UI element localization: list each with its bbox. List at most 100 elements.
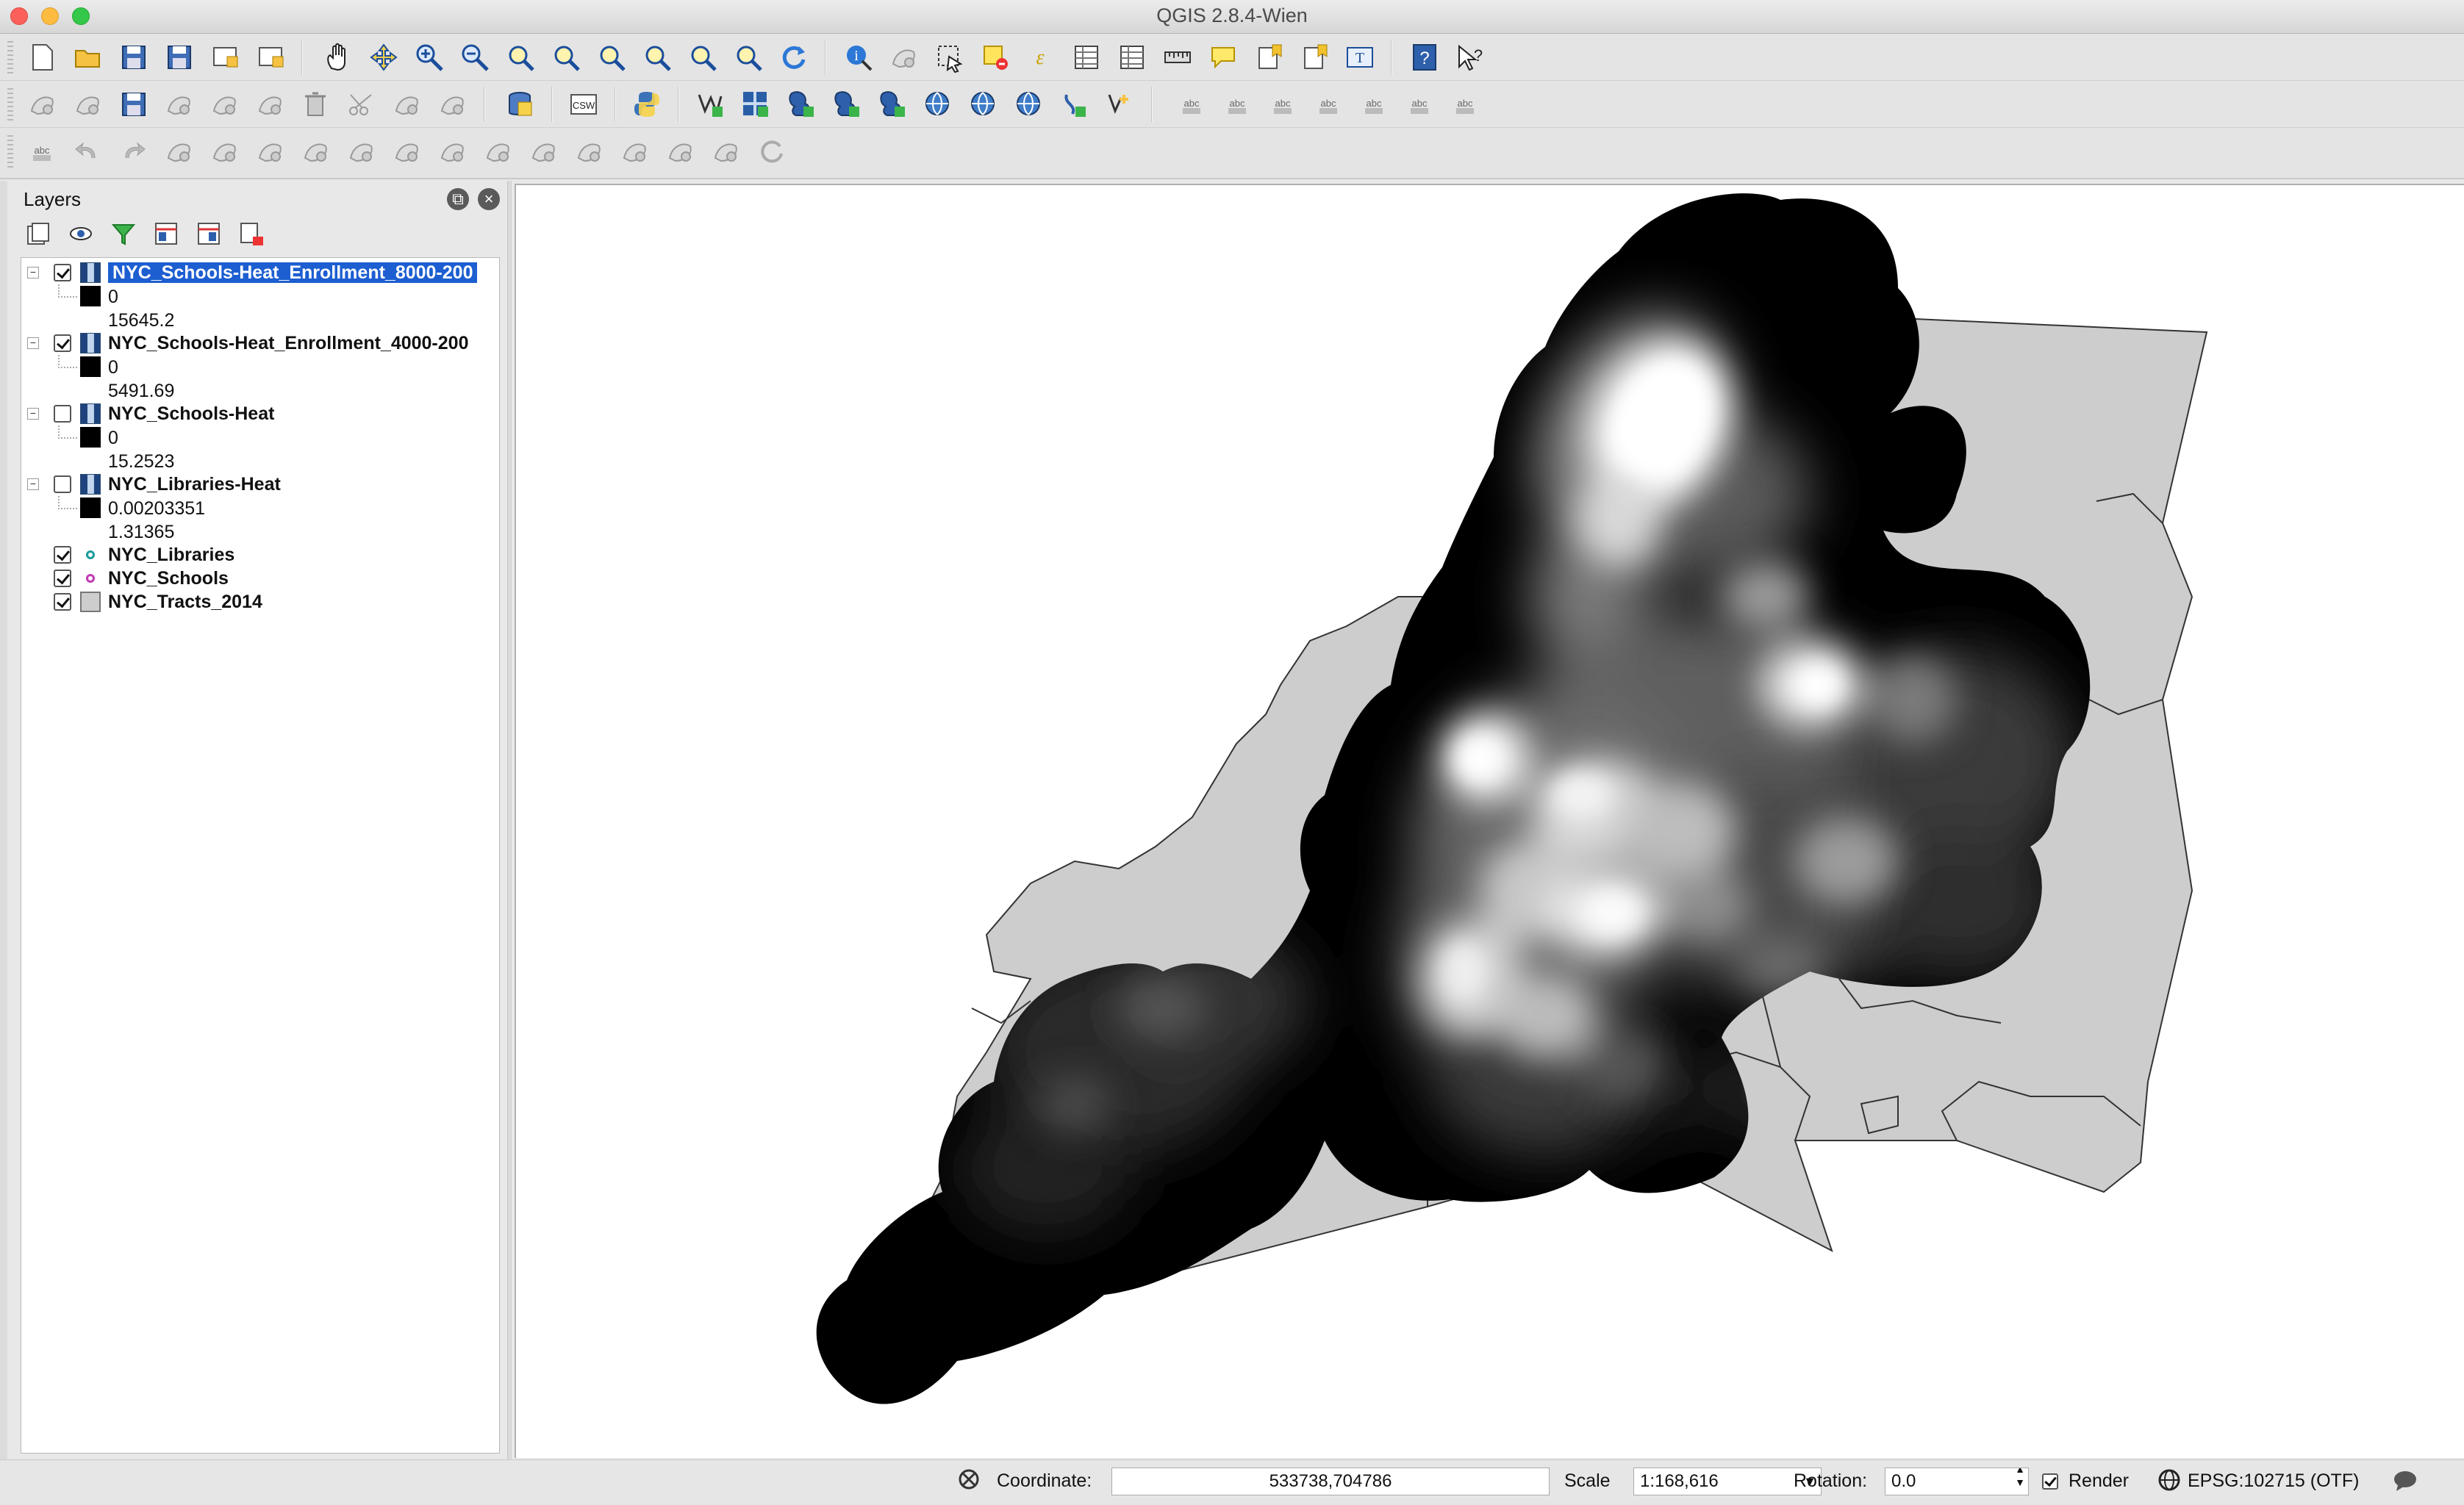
- remove-layer-button[interactable]: [238, 220, 268, 250]
- move-label-button[interactable]: abc: [1357, 87, 1392, 121]
- offset-curve-button[interactable]: [526, 134, 562, 168]
- messages-icon[interactable]: [2392, 1469, 2418, 1498]
- add-feature-button[interactable]: [162, 87, 197, 121]
- add-wfs-layer-button[interactable]: [1011, 87, 1047, 121]
- layer-item[interactable]: − NYC_Libraries-Heat: [21, 473, 499, 496]
- layer-item[interactable]: NYC_Schools: [21, 567, 499, 590]
- deselect-button[interactable]: [978, 40, 1013, 74]
- reshape-features-button[interactable]: [481, 134, 516, 168]
- save-edits-button[interactable]: [116, 87, 151, 121]
- add-postgis-layer-button[interactable]: [784, 87, 819, 121]
- simplify-feature-button[interactable]: [207, 134, 243, 168]
- pan-to-selection-button[interactable]: [366, 40, 401, 74]
- coordinate-toggle-icon[interactable]: [956, 1466, 982, 1498]
- refresh-button[interactable]: [776, 40, 812, 74]
- collapse-toggle-icon[interactable]: −: [27, 478, 39, 490]
- copy-features-button[interactable]: [390, 87, 425, 121]
- show-bookmarks-button[interactable]: [1297, 40, 1332, 74]
- add-raster-layer-button[interactable]: [738, 87, 773, 121]
- open-project-button[interactable]: [71, 40, 106, 74]
- add-group-button[interactable]: [25, 220, 54, 250]
- toolbar-grip[interactable]: [7, 41, 13, 73]
- composer-manager-button[interactable]: [253, 40, 288, 74]
- field-calculator-button[interactable]: [1114, 40, 1150, 74]
- cut-features-button[interactable]: [344, 87, 379, 121]
- layer-visibility-checkbox[interactable]: [54, 405, 71, 423]
- pan-button[interactable]: [320, 40, 356, 74]
- snapping-button[interactable]: abc: [25, 134, 60, 168]
- rotation-spinbox[interactable]: 0.0 ▲ ▼: [1885, 1468, 2029, 1495]
- layer-item[interactable]: − NYC_Schools-Heat_Enrollment_4000-200: [21, 331, 499, 355]
- expand-all-button[interactable]: [153, 220, 182, 250]
- merge-attributes-button[interactable]: [709, 134, 744, 168]
- panel-splitter[interactable]: [507, 181, 513, 1459]
- layer-visibility-checkbox[interactable]: [54, 546, 71, 564]
- render-checkbox[interactable]: [2042, 1473, 2058, 1490]
- collapse-toggle-icon[interactable]: −: [27, 337, 39, 349]
- whats-this-button[interactable]: ?: [1453, 40, 1488, 74]
- current-edits-button[interactable]: [25, 87, 60, 121]
- zoom-native-button[interactable]: [503, 40, 538, 74]
- rotate-label-button[interactable]: abc: [1403, 87, 1438, 121]
- zoom-full-button[interactable]: [548, 40, 584, 74]
- add-wcs-layer-button[interactable]: [966, 87, 1001, 121]
- layer-visibility-checkbox[interactable]: [54, 475, 71, 493]
- change-label-button[interactable]: abc: [1448, 87, 1483, 121]
- select-features-button[interactable]: [932, 40, 967, 74]
- new-print-composer-button[interactable]: [207, 40, 243, 74]
- show-hide-labels-button[interactable]: abc: [1311, 87, 1347, 121]
- redo-button[interactable]: [116, 134, 151, 168]
- layer-tree[interactable]: − NYC_Schools-Heat_Enrollment_8000-200 0 15…: [21, 257, 500, 1454]
- coordinate-field[interactable]: 533738,704786: [1111, 1468, 1550, 1495]
- layer-item[interactable]: NYC_Tracts_2014: [21, 590, 499, 614]
- rotate-feature-button[interactable]: [162, 134, 197, 168]
- zoom-to-layer-button[interactable]: [640, 40, 675, 74]
- rotate-point-symbols-button[interactable]: [754, 134, 789, 168]
- add-ring-button[interactable]: [253, 134, 288, 168]
- paste-features-button[interactable]: [435, 87, 470, 121]
- identify-button[interactable]: i: [841, 40, 876, 74]
- toolbar-grip[interactable]: [7, 88, 13, 121]
- add-wms-layer-button[interactable]: [920, 87, 956, 121]
- zoom-last-button[interactable]: [685, 40, 720, 74]
- toolbar-grip[interactable]: [7, 135, 13, 168]
- fill-ring-button[interactable]: [344, 134, 379, 168]
- layer-visibility-checkbox[interactable]: [54, 264, 71, 281]
- add-part-button[interactable]: [298, 134, 334, 168]
- close-panel-icon[interactable]: ×: [478, 188, 500, 210]
- collapse-toggle-icon[interactable]: −: [27, 267, 39, 279]
- manage-visibility-button[interactable]: [68, 220, 97, 250]
- collapse-all-button[interactable]: [196, 220, 225, 250]
- pin-labels-button[interactable]: abc: [1266, 87, 1301, 121]
- db-manager-button[interactable]: [503, 87, 538, 121]
- filter-legend-button[interactable]: [110, 220, 140, 250]
- csw-button[interactable]: CSW: [566, 87, 601, 121]
- move-feature-button[interactable]: [207, 87, 243, 121]
- layer-visibility-checkbox[interactable]: [54, 593, 71, 611]
- split-features-button[interactable]: [572, 134, 607, 168]
- python-console-button[interactable]: [629, 87, 665, 121]
- crs-label[interactable]: EPSG:102715 (OTF): [2188, 1470, 2359, 1492]
- add-delimited-text-button[interactable]: [1057, 87, 1092, 121]
- collapse-toggle-icon[interactable]: −: [27, 408, 39, 420]
- attribute-table-button[interactable]: [1069, 40, 1104, 74]
- zoom-to-selection-button[interactable]: [594, 40, 629, 74]
- new-project-button[interactable]: [25, 40, 60, 74]
- layer-item[interactable]: NYC_Libraries: [21, 543, 499, 567]
- new-shapefile-button[interactable]: [1103, 87, 1138, 121]
- toggle-editing-button[interactable]: [71, 87, 106, 121]
- split-parts-button[interactable]: [617, 134, 653, 168]
- add-mssql-layer-button[interactable]: [875, 87, 910, 121]
- delete-ring-button[interactable]: [390, 134, 425, 168]
- node-tool-button[interactable]: [253, 87, 288, 121]
- save-project-button[interactable]: [116, 40, 151, 74]
- save-as-button[interactable]: [162, 40, 197, 74]
- expression-select-button[interactable]: ε: [1023, 40, 1059, 74]
- merge-selected-button[interactable]: [663, 134, 698, 168]
- label-toolbar-button[interactable]: abc: [1175, 87, 1210, 121]
- measure-button[interactable]: [1160, 40, 1195, 74]
- zoom-next-button[interactable]: [731, 40, 766, 74]
- map-tips-balloon-button[interactable]: [1206, 40, 1241, 74]
- delete-part-button[interactable]: [435, 134, 470, 168]
- crs-globe-icon[interactable]: [2157, 1468, 2182, 1498]
